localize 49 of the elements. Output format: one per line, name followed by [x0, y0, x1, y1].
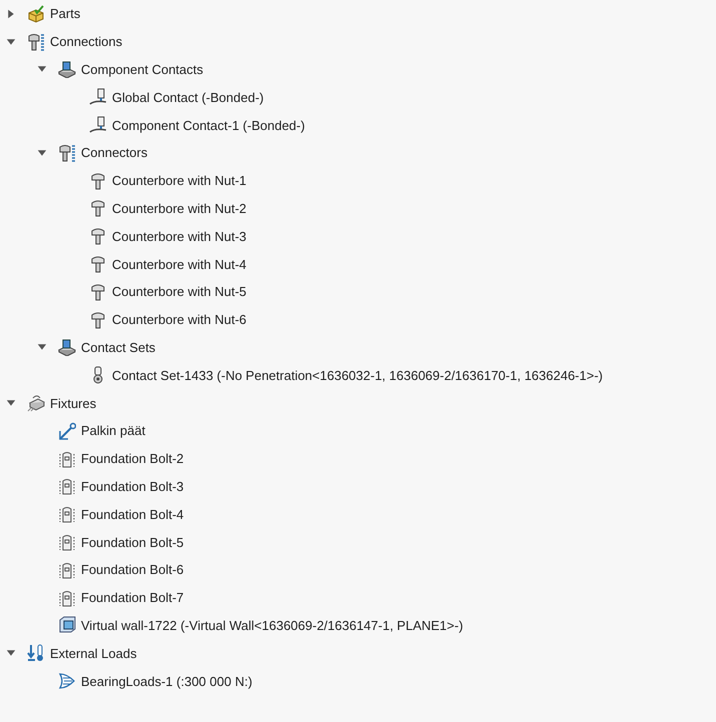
tree-item[interactable]: External Loads — [50, 644, 137, 662]
tree-item[interactable]: Foundation Bolt-7 — [81, 589, 184, 606]
column-dashed-icon — [58, 588, 76, 607]
tree-item[interactable]: Component Contact-1 (-Bonded-) — [112, 116, 305, 134]
bearing-arrows-icon — [58, 672, 76, 690]
tree-item[interactable]: Contact Sets — [81, 338, 156, 356]
load-arrows-icon — [27, 644, 45, 662]
box-check-icon — [27, 4, 45, 23]
pin-contact-icon — [89, 88, 107, 106]
bolt-icon — [89, 282, 107, 301]
column-dashed-icon — [58, 505, 76, 524]
tree-item[interactable]: Counterbore with Nut-3 — [112, 228, 246, 245]
bolt-icon — [89, 255, 107, 274]
tree-item[interactable]: Counterbore with Nut-6 — [112, 311, 246, 328]
tree-item[interactable]: Fixtures — [50, 394, 96, 412]
tree-item[interactable]: Component Contacts — [81, 60, 204, 78]
wall-panel-icon — [58, 616, 76, 634]
bolt-spring-icon — [58, 144, 76, 162]
tree-item[interactable]: Counterbore with Nut-4 — [112, 256, 246, 273]
tree-item[interactable]: Parts — [50, 5, 80, 22]
tree-item[interactable]: Contact Set-1433 (-No Penetration<1636032-1, 1636069-2/1636170-1, 1636246-1>-) — [112, 366, 603, 384]
tree-item[interactable]: Foundation Bolt-4 — [81, 506, 184, 523]
tree-item[interactable]: Connections — [50, 33, 122, 50]
tree-item[interactable]: Counterbore with Nut-5 — [112, 283, 246, 300]
bolt-icon — [89, 227, 107, 246]
tree-item[interactable]: Foundation Bolt-3 — [81, 478, 184, 495]
bolt-icon — [89, 199, 107, 218]
stacked-blocks-icon — [58, 338, 76, 356]
tree-item[interactable]: Global Contact (-Bonded-) — [112, 88, 264, 106]
tree-item[interactable]: Foundation Bolt-5 — [81, 534, 184, 551]
column-dashed-icon — [58, 533, 76, 552]
tree-item[interactable]: Counterbore with Nut-2 — [112, 200, 246, 217]
bolt-icon — [89, 310, 107, 329]
column-dashed-icon — [58, 450, 76, 468]
stacked-blocks-icon — [58, 60, 76, 78]
tree-item[interactable]: Palkin päät — [81, 422, 146, 440]
tree-item[interactable]: Counterbore with Nut-1 — [112, 172, 246, 190]
bolt-icon — [89, 172, 107, 190]
anchor-arrow-icon — [58, 422, 76, 440]
tree-item[interactable]: Foundation Bolt-6 — [81, 561, 184, 578]
tree-item[interactable]: Connectors — [81, 144, 148, 162]
bolt-spring-icon — [27, 32, 45, 51]
column-dashed-icon — [58, 560, 76, 579]
column-dashed-icon — [58, 477, 76, 496]
fixture-block-icon — [27, 394, 45, 412]
pin-contact-icon — [89, 116, 107, 134]
tree-item[interactable]: Virtual wall-1722 (-Virtual Wall<1636069-2/1636147-1, PLANE1>-) — [81, 616, 464, 634]
tree-item[interactable]: Foundation Bolt-2 — [81, 450, 184, 468]
tree-item[interactable]: BearingLoads-1 (:300 000 N:) — [81, 672, 252, 690]
